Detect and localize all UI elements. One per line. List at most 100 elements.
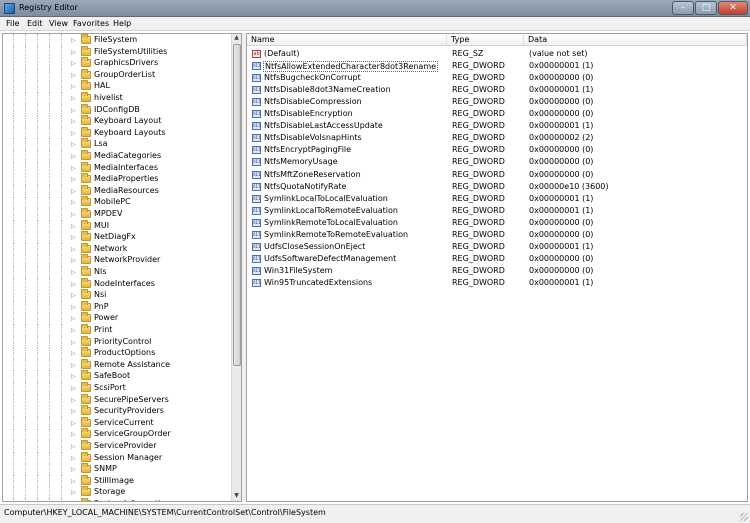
tree-item[interactable]: ▷ StillImage (3, 474, 233, 487)
value-row[interactable]: 011 NtfsDisableLastAccessUpdate REG_DWORD 0… (247, 120, 747, 132)
scroll-down-arrow-icon[interactable]: ▼ (232, 492, 241, 501)
expand-arrow-icon[interactable]: ▷ (71, 118, 76, 125)
tree-item[interactable]: ▷ ServiceProvider (3, 440, 233, 452)
value-row[interactable]: 011 NtfsQuotaNotifyRate REG_DWORD 0x00000e1… (247, 181, 747, 193)
expand-arrow-icon[interactable]: ▷ (71, 431, 76, 438)
expand-arrow-icon[interactable]: ▷ (71, 246, 76, 253)
tree-item[interactable]: ▷ MediaProperties (3, 173, 233, 186)
value-row[interactable]: 011 NtfsBugcheckOnCorrupt REG_DWORD 0x00000… (247, 72, 747, 84)
column-type-header[interactable]: Type (447, 35, 524, 46)
value-row[interactable]: 011 UdfsSoftwareDefectManagement REG_DWORD… (247, 253, 747, 265)
expand-arrow-icon[interactable]: ▷ (71, 211, 76, 218)
menu-help[interactable]: Help (113, 19, 131, 28)
expand-arrow-icon[interactable]: ▷ (71, 362, 76, 369)
tree-item[interactable]: ▷ MediaCategories (3, 150, 233, 162)
expand-arrow-icon[interactable]: ▷ (71, 373, 76, 380)
column-data-header[interactable]: Data (524, 35, 747, 46)
tree-item[interactable]: ▷ FileSystemUtilities (3, 45, 233, 58)
tree-item[interactable]: ▷ HAL (3, 80, 233, 93)
menu-favorites[interactable]: Favorites (73, 19, 109, 28)
expand-arrow-icon[interactable]: ▷ (71, 489, 76, 496)
tree-item[interactable]: ▷ PriorityControl (3, 335, 233, 348)
expand-arrow-icon[interactable]: ▷ (71, 304, 76, 311)
tree-item[interactable]: ▷ ServiceCurrent (3, 416, 233, 429)
tree-item[interactable]: ▷ Keyboard Layout (3, 115, 233, 128)
tree-item[interactable]: ▷ Storage (3, 486, 233, 499)
value-row[interactable]: 011 NtfsDisableVolsnapHints REG_DWORD 0x000… (247, 132, 747, 144)
tree-scroll-thumb[interactable] (233, 44, 241, 366)
value-row[interactable]: 011 SymlinkRemoteToLocalEvaluation REG_DWO… (247, 217, 747, 229)
expand-arrow-icon[interactable]: ▷ (71, 83, 76, 90)
value-row[interactable]: 011 NtfsDisableEncryption REG_DWORD 0x00000… (247, 108, 747, 120)
expand-arrow-icon[interactable]: ▷ (71, 257, 76, 264)
value-row[interactable]: 011 NtfsMemoryUsage REG_DWORD 0x00000000 (0… (247, 156, 747, 168)
tree-item[interactable]: ▷ SystemInformation (3, 498, 233, 501)
menu-file[interactable]: File (6, 19, 19, 28)
expand-arrow-icon[interactable]: ▷ (71, 443, 76, 450)
value-row[interactable]: 011 NtfsEncryptPagingFile REG_DWORD 0x00000… (247, 144, 747, 156)
tree-item[interactable]: ▷ MediaResources (3, 184, 233, 197)
expand-arrow-icon[interactable]: ▷ (71, 60, 76, 67)
value-row[interactable]: 011 NtfsMftZoneReservation REG_DWORD 0x0000… (247, 169, 747, 181)
maximize-button[interactable]: □ (695, 1, 717, 15)
value-row[interactable]: 011 SymlinkLocalToRemoteEvaluation REG_DWO… (247, 205, 747, 217)
value-row[interactable]: 011 SymlinkLocalToLocalEvaluation REG_DWOR… (247, 193, 747, 205)
expand-arrow-icon[interactable]: ▷ (71, 234, 76, 241)
value-row[interactable]: 011 Win31FileSystem REG_DWORD 0x00000000 (0… (247, 265, 747, 277)
tree-item[interactable]: ▷ FileSystem (3, 34, 233, 46)
tree-item[interactable]: ▷ Power (3, 312, 233, 325)
expand-arrow-icon[interactable]: ▷ (71, 95, 76, 102)
expand-arrow-icon[interactable]: ▷ (71, 397, 76, 404)
tree-item[interactable]: ▷ Remote Assistance (3, 358, 233, 371)
tree-item[interactable]: ▷ MediaInterfaces (3, 161, 233, 174)
tree-item[interactable]: ▷ NodeInterfaces (3, 277, 233, 290)
expand-arrow-icon[interactable]: ▷ (71, 339, 76, 346)
tree-item[interactable]: ▷ Print (3, 324, 233, 336)
expand-arrow-icon[interactable]: ▷ (71, 141, 76, 148)
tree-item[interactable]: ▷ Keyboard Layouts (3, 126, 233, 139)
tree-item[interactable]: ▷ NetworkProvider (3, 254, 233, 267)
tree-item[interactable]: ▷ SNMP (3, 463, 233, 476)
expand-arrow-icon[interactable]: ▷ (71, 49, 76, 56)
expand-arrow-icon[interactable]: ▷ (71, 223, 76, 230)
expand-arrow-icon[interactable]: ▷ (71, 385, 76, 392)
tree-item[interactable]: ▷ PnP (3, 300, 233, 313)
expand-arrow-icon[interactable]: ▷ (71, 408, 76, 415)
value-row[interactable]: 011 UdfsCloseSessionOnEject REG_DWORD 0x000… (247, 241, 747, 253)
tree-item[interactable]: ▷ hivelist (3, 92, 233, 104)
value-row[interactable]: 011 NtfsDisableCompression REG_DWORD 0x0000… (247, 96, 747, 108)
tree-item[interactable]: ▷ Nls (3, 266, 233, 278)
menu-edit[interactable]: Edit (27, 19, 43, 28)
tree-item[interactable]: ▷ Network (3, 242, 233, 255)
scroll-up-arrow-icon[interactable]: ▲ (232, 34, 241, 43)
expand-arrow-icon[interactable]: ▷ (71, 466, 76, 473)
expand-arrow-icon[interactable]: ▷ (71, 107, 76, 114)
tree-item[interactable]: ▷ Nsi (3, 289, 233, 302)
resize-grip-icon[interactable] (740, 513, 748, 521)
value-row[interactable]: 011 Win95TruncatedExtensions REG_DWORD 0x00… (247, 277, 747, 289)
tree-item[interactable]: ▷ GraphicsDrivers (3, 57, 233, 70)
tree-item[interactable]: ▷ ServiceGroupOrder (3, 428, 233, 441)
value-row[interactable]: ab (Default) REG_SZ (value not set) (247, 48, 747, 60)
tree-item[interactable]: ▷ SafeBoot (3, 370, 233, 383)
key-tree-pane[interactable]: ▷ FileSystem ▷ FileSystemUtilities ▷ Graphics… (2, 33, 242, 502)
tree-item[interactable]: ▷ SecurityProviders (3, 405, 233, 418)
expand-arrow-icon[interactable]: ▷ (71, 72, 76, 79)
expand-arrow-icon[interactable]: ▷ (71, 176, 76, 183)
column-name-header[interactable]: Name (247, 35, 447, 46)
expand-arrow-icon[interactable]: ▷ (71, 37, 76, 44)
tree-item[interactable]: ▷ MobilePC (3, 196, 233, 209)
value-row[interactable]: 011 NtfsAllowExtendedCharacter8dot3Rename… (247, 60, 747, 73)
expand-arrow-icon[interactable]: ▷ (71, 315, 76, 322)
expand-arrow-icon[interactable]: ▷ (71, 269, 76, 276)
tree-item[interactable]: ▷ ScsiPort (3, 382, 233, 394)
tree-item[interactable]: ▷ SecurePipeServers (3, 393, 233, 406)
tree-scrollbar[interactable]: ▲ ▼ (231, 34, 241, 501)
tree-item[interactable]: ▷ ProductOptions (3, 347, 233, 360)
tree-item[interactable]: ▷ NetDiagFx (3, 231, 233, 244)
close-button[interactable]: ✕ (718, 1, 748, 15)
values-list-pane[interactable]: Name Type Data ab (Default) REG_SZ (value n… (246, 33, 748, 502)
tree-item[interactable]: ▷ MPDEV (3, 208, 233, 220)
tree-item[interactable]: ▷ IDConfigDB (3, 103, 233, 116)
tree-item[interactable]: ▷ Session Manager (3, 451, 233, 464)
